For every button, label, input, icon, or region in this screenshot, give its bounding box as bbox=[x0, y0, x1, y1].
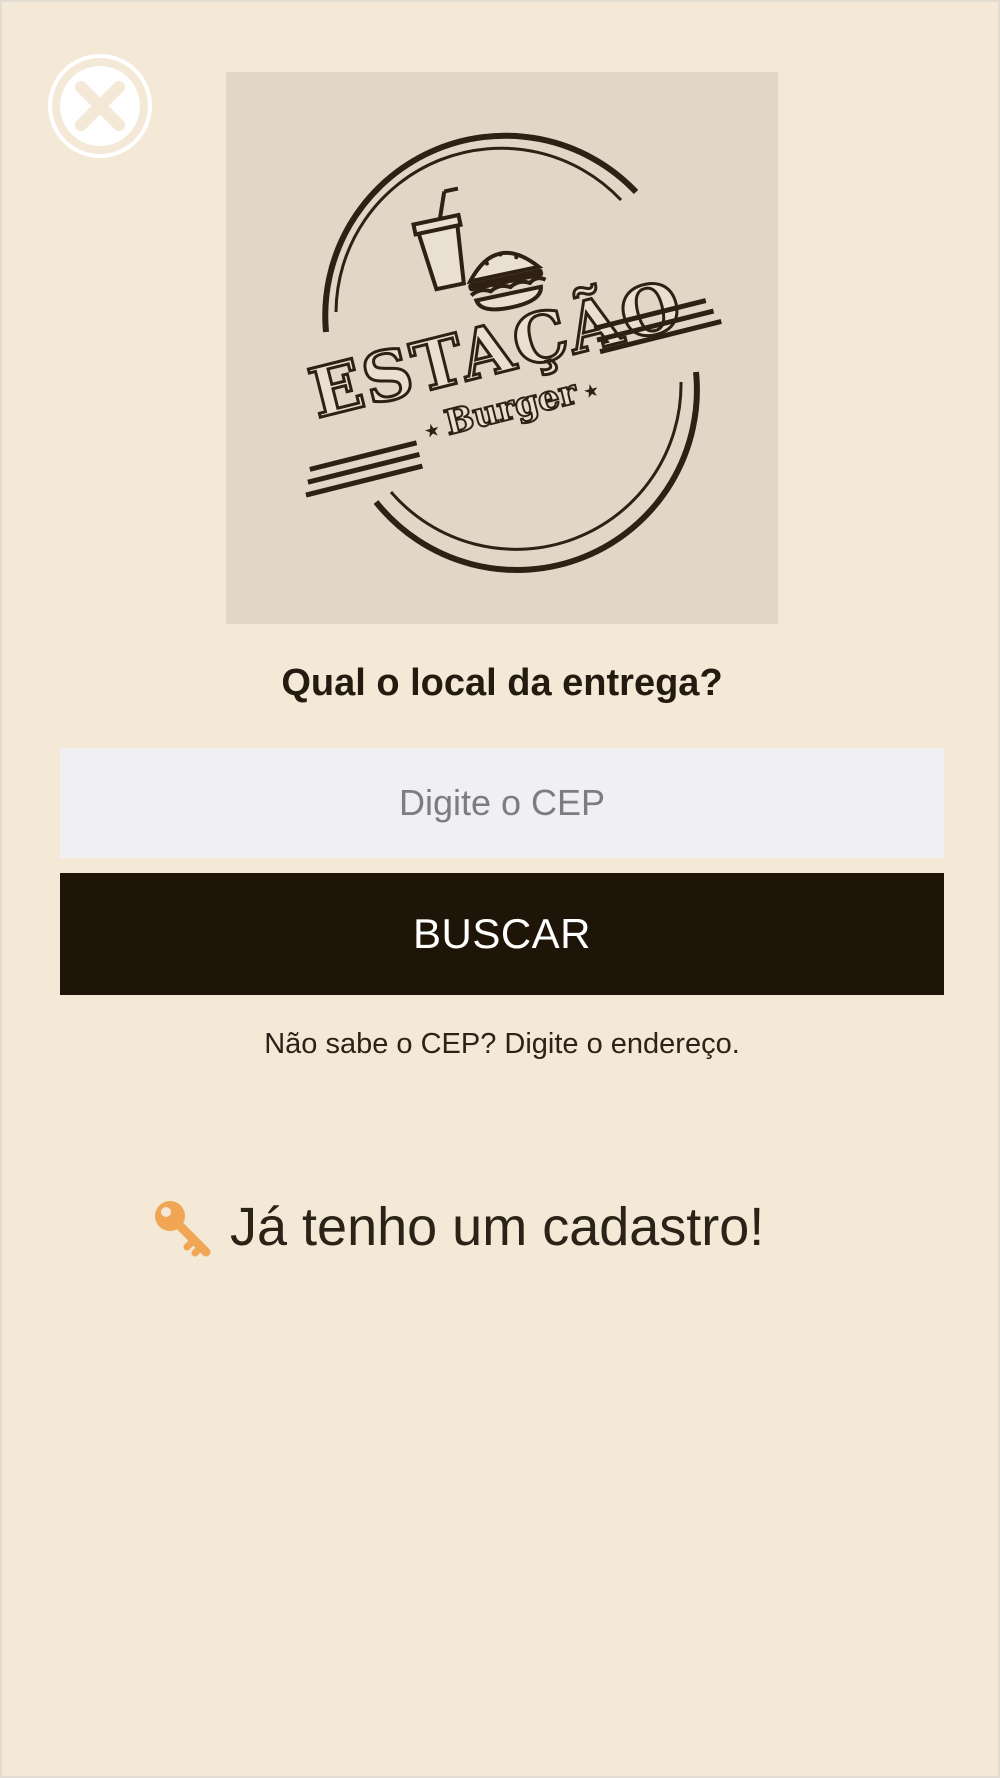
cep-input[interactable] bbox=[60, 748, 944, 858]
key-icon bbox=[155, 1201, 211, 1257]
delivery-location-screen: ESTAÇÃO Burger ★ ★ Qual o local da entre… bbox=[0, 0, 1000, 1778]
delivery-question: Qual o local da entrega? bbox=[281, 662, 723, 704]
close-button[interactable] bbox=[44, 50, 156, 162]
restaurant-logo: ESTAÇÃO Burger ★ ★ bbox=[226, 72, 778, 624]
star-left-icon: ★ bbox=[422, 419, 443, 443]
enter-address-link[interactable]: Não sabe o CEP? Digite o endereço. bbox=[2, 1028, 1000, 1061]
burger-and-drink-logo: ESTAÇÃO Burger ★ ★ bbox=[301, 132, 722, 573]
close-circle-icon bbox=[48, 54, 152, 158]
search-button[interactable]: BUSCAR bbox=[60, 873, 944, 995]
star-right-icon: ★ bbox=[581, 379, 602, 403]
existing-account-link[interactable]: Já tenho um cadastro! bbox=[150, 1192, 764, 1262]
existing-account-label: Já tenho um cadastro! bbox=[230, 1197, 765, 1257]
